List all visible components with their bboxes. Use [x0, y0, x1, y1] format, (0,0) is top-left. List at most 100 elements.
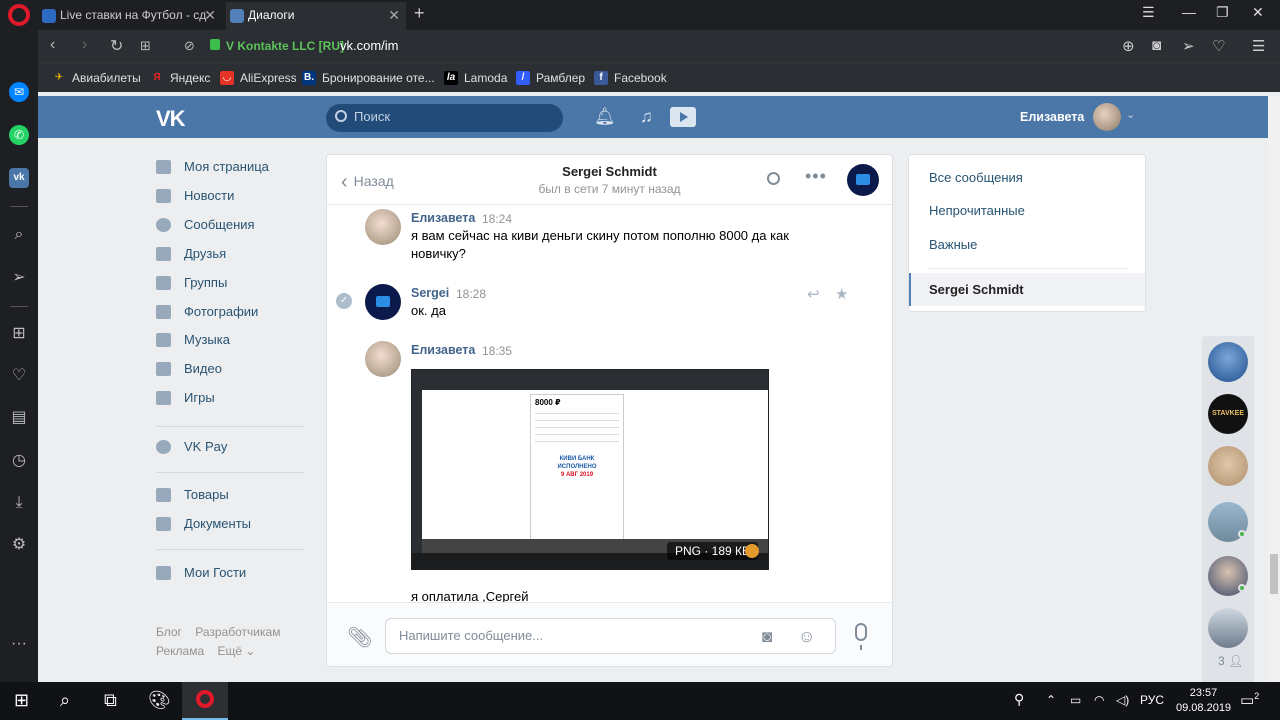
avatar[interactable]: [365, 209, 401, 245]
peer-avatar[interactable]: [847, 164, 879, 196]
microphone-icon[interactable]: [855, 623, 867, 650]
nav-groups[interactable]: Группы: [156, 272, 316, 294]
bookmarks-heart-icon[interactable]: ♡: [9, 366, 29, 386]
contact-avatar[interactable]: STAVKEE: [1208, 394, 1248, 434]
forward-icon[interactable]: ›: [82, 36, 87, 54]
bookmark-rambler[interactable]: / Рамблер: [516, 71, 585, 85]
site-identity[interactable]: V Kontakte LLC [RU]: [226, 39, 344, 53]
search-icon[interactable]: [767, 172, 780, 185]
footer-blog-link[interactable]: Блог: [156, 625, 182, 639]
wifi-icon[interactable]: ◠: [1094, 693, 1104, 707]
bookmark-yandex[interactable]: Я Яндекс: [150, 71, 210, 85]
windows-start-icon[interactable]: ⊞: [14, 690, 29, 711]
network-icon[interactable]: ▭: [1070, 693, 1081, 707]
chevron-up-icon[interactable]: ⌃: [1046, 693, 1056, 707]
close-tab-icon[interactable]: ✕: [204, 7, 216, 24]
avatar[interactable]: [365, 341, 401, 377]
news-icon[interactable]: ▤: [9, 408, 29, 428]
whatsapp-icon[interactable]: ✆: [9, 125, 29, 145]
camera-icon[interactable]: ◙: [762, 627, 772, 647]
url-field[interactable]: vk.com/im: [340, 38, 399, 53]
close-tab-icon[interactable]: ✕: [388, 7, 400, 24]
heart-icon[interactable]: ♡: [1212, 37, 1225, 55]
chevron-down-icon[interactable]: ⌄: [1126, 108, 1135, 121]
footer-ads-link[interactable]: Реклама: [156, 644, 204, 658]
image-attachment[interactable]: 8000 ₽ КИВИ БАНК ИСПОЛНЕНО 9 АВГ 2019 PN…: [411, 369, 769, 570]
nav-goods[interactable]: Товары: [156, 484, 316, 506]
nav-my-page[interactable]: Моя страница: [156, 156, 316, 178]
messenger-icon[interactable]: ✉: [9, 82, 29, 102]
clock[interactable]: 23:57 09.08.2019: [1176, 686, 1231, 716]
paint-icon[interactable]: 🎨︎: [148, 690, 171, 711]
avatar[interactable]: [1093, 103, 1121, 131]
opera-taskbar-button[interactable]: [182, 682, 228, 720]
nav-my-guests[interactable]: Мои Гости: [156, 562, 316, 584]
message-time[interactable]: 18:35: [482, 344, 512, 358]
security-icon[interactable]: ⊘: [184, 38, 195, 54]
bookmark-facebook[interactable]: f Facebook: [594, 71, 667, 85]
video-icon[interactable]: [670, 107, 696, 127]
easy-setup-icon[interactable]: ☰: [1252, 37, 1265, 55]
task-view-icon[interactable]: ⧉: [104, 690, 117, 711]
nav-vkpay[interactable]: VK Pay: [156, 436, 316, 458]
search-icon[interactable]: ⌕: [60, 690, 70, 711]
tab-dialogs[interactable]: Диалоги ✕: [226, 2, 406, 30]
footer-more-link[interactable]: Ещё: [217, 644, 242, 658]
snapshot-icon[interactable]: ◙: [1152, 37, 1161, 54]
search-icon[interactable]: ⌕: [9, 225, 29, 245]
contact-avatar[interactable]: [1208, 446, 1248, 486]
send-icon[interactable]: ➢: [1182, 37, 1195, 55]
music-icon[interactable]: ♫: [640, 107, 653, 127]
speed-dial-icon[interactable]: ⊞: [9, 324, 29, 344]
notifications-icon[interactable]: ▭2: [1240, 691, 1259, 709]
reply-icon[interactable]: ↩: [807, 285, 820, 303]
contact-avatar[interactable]: [1208, 342, 1248, 382]
minimize-icon[interactable]: —: [1182, 4, 1196, 20]
folder-important[interactable]: Важные: [929, 237, 977, 252]
vk-icon[interactable]: vk: [9, 168, 29, 188]
bookmark-aviabilety[interactable]: ✈ Авиабилеты: [52, 71, 141, 85]
bookmark-aliexpress[interactable]: ◡ AliExpress: [220, 71, 297, 85]
bell-icon[interactable]: 🔔︎: [594, 107, 616, 127]
history-icon[interactable]: ◷: [9, 451, 29, 471]
message-time[interactable]: 18:24: [482, 212, 512, 226]
speed-dial-icon[interactable]: ⊞: [140, 38, 151, 54]
nav-photos[interactable]: Фотографии: [156, 301, 316, 323]
search-input[interactable]: Поиск: [326, 104, 563, 132]
avatar[interactable]: [365, 284, 401, 320]
more-icon[interactable]: ···: [9, 634, 29, 654]
more-icon[interactable]: •••: [805, 166, 827, 187]
nav-news[interactable]: Новости: [156, 185, 316, 207]
footer-dev-link[interactable]: Разработчикам: [195, 625, 280, 639]
nav-games[interactable]: Игры: [156, 387, 316, 409]
attach-icon[interactable]: 📎︎: [347, 625, 372, 650]
online-count[interactable]: 3 👤︎: [1218, 654, 1243, 668]
contact-avatar[interactable]: [1208, 608, 1248, 648]
bookmark-booking[interactable]: B. Бронирование оте...: [302, 71, 435, 85]
back-icon[interactable]: ‹: [50, 36, 55, 54]
tab-live-bets[interactable]: Live ставки на Футбол - сд ✕: [38, 2, 222, 30]
nav-friends[interactable]: Друзья: [156, 243, 316, 265]
tab-menu-icon[interactable]: ☰: [1142, 4, 1155, 21]
star-icon[interactable]: ★: [835, 285, 848, 303]
nav-music[interactable]: Музыка: [156, 329, 316, 351]
zoom-icon[interactable]: ⊕: [1122, 37, 1135, 55]
language-indicator[interactable]: РУС: [1140, 693, 1164, 707]
maximize-icon[interactable]: ❐: [1216, 4, 1229, 21]
downloads-icon[interactable]: ⤓: [9, 493, 29, 513]
flow-icon[interactable]: ➢: [9, 268, 29, 288]
folder-all[interactable]: Все сообщения: [929, 170, 1023, 185]
message-time[interactable]: 18:28: [456, 287, 486, 301]
nav-documents[interactable]: Документы: [156, 513, 316, 535]
settings-icon[interactable]: ⚙: [9, 535, 29, 555]
vk-logo[interactable]: VK: [156, 106, 186, 132]
nav-video[interactable]: Видео: [156, 358, 316, 380]
reload-icon[interactable]: ↻: [110, 36, 123, 56]
nav-messages[interactable]: Сообщения: [156, 214, 316, 236]
people-icon[interactable]: ⚲: [1014, 691, 1024, 708]
new-tab-icon[interactable]: +: [414, 3, 425, 24]
page-scrollbar[interactable]: [1268, 96, 1280, 682]
message-author[interactable]: Елизавета: [411, 343, 475, 357]
user-name[interactable]: Елизавета: [1020, 110, 1084, 124]
message-input[interactable]: Напишите сообщение... ◙ ☺: [385, 618, 836, 654]
